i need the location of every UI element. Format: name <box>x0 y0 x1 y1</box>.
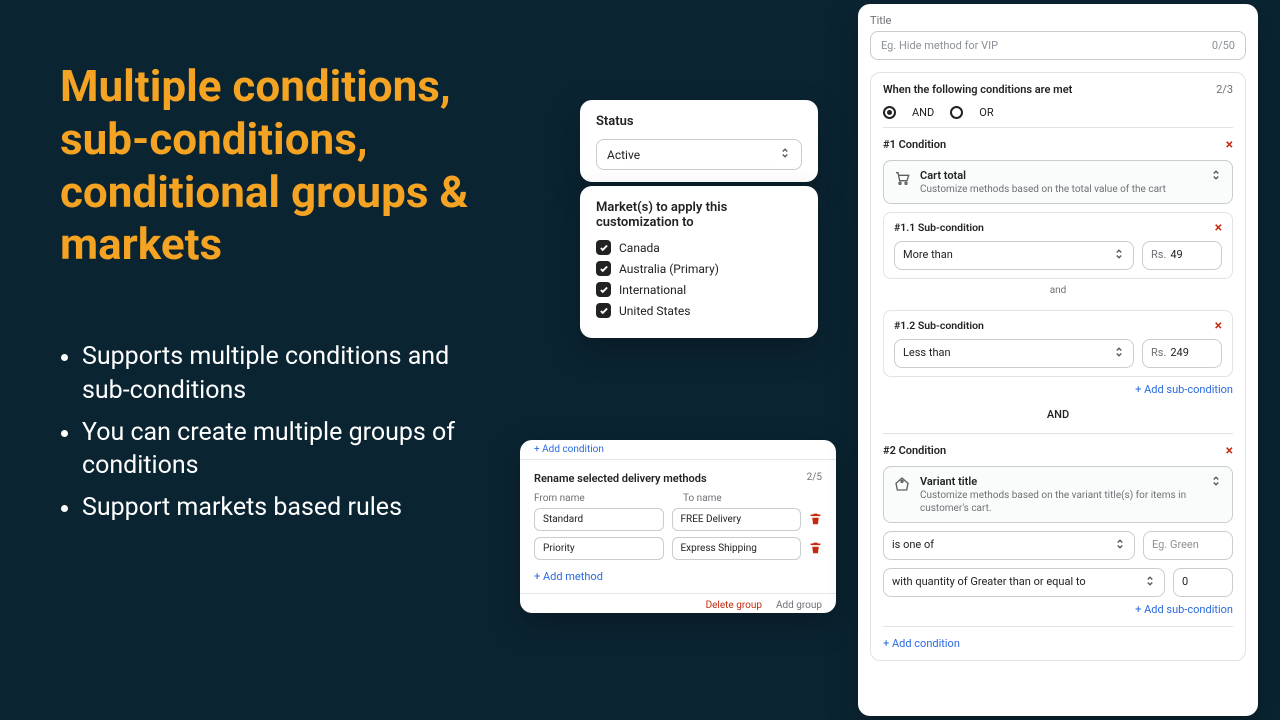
value-text: 49 <box>1170 248 1182 263</box>
remove-sub-icon[interactable]: × <box>1215 221 1222 235</box>
value-input[interactable]: Eg. Green <box>1143 531 1233 560</box>
checkbox-checked-icon[interactable] <box>596 303 611 318</box>
add-condition-strip[interactable]: + Add condition <box>520 440 836 460</box>
markets-card: Market(s) to apply this customization to… <box>580 186 818 338</box>
chevron-sort-icon <box>1144 575 1156 590</box>
condition-type-title: Cart total <box>920 169 1202 182</box>
status-heading: Status <box>596 114 802 129</box>
to-name-label: To name <box>683 493 822 504</box>
status-select[interactable]: Active <box>596 139 802 170</box>
market-label: Canada <box>619 241 660 255</box>
rename-row: Standard FREE Delivery <box>534 508 822 531</box>
hero-bullet: Support markets based rules <box>82 491 472 525</box>
trash-icon[interactable] <box>809 512 822 528</box>
sub-1-2-title: #1.2 Sub-condition <box>894 319 984 333</box>
condition-1-title: #1 Condition <box>883 138 946 152</box>
currency-prefix: Rs. <box>1151 346 1166 361</box>
checkbox-checked-icon[interactable] <box>596 240 611 255</box>
add-sub-condition-link[interactable]: + Add sub-condition <box>883 597 1233 622</box>
sub-condition-1-2: #1.2 Sub-condition × Less than Rs. 249 <box>883 310 1233 377</box>
market-row[interactable]: Canada <box>596 240 802 255</box>
condition-type-title: Variant title <box>920 475 1202 488</box>
rename-card: + Add condition Rename selected delivery… <box>520 440 836 613</box>
value-input[interactable]: Rs. 49 <box>1142 241 1222 270</box>
tag-icon <box>894 475 912 495</box>
condition-2-title: #2 Condition <box>883 444 946 458</box>
title-placeholder: Eg. Hide method for VIP <box>881 39 998 52</box>
rename-count: 2/5 <box>807 472 822 485</box>
hero-bullet: You can create multiple groups of condit… <box>82 416 472 484</box>
condition-type-select[interactable]: Variant title Customize methods based on… <box>883 466 1233 523</box>
condition-type-desc: Customize methods based on the variant t… <box>920 490 1186 514</box>
from-name-label: From name <box>534 493 673 504</box>
condition-1: #1 Condition × Cart total Customize meth… <box>883 127 1233 402</box>
add-group-link[interactable]: Add group <box>776 600 822 611</box>
operator-select[interactable]: Less than <box>894 339 1134 368</box>
operator-select[interactable]: More than <box>894 241 1134 270</box>
and-separator: and <box>883 279 1233 302</box>
remove-condition-icon[interactable]: × <box>1226 138 1233 152</box>
value-text: 249 <box>1170 346 1189 361</box>
chevron-sort-icon <box>1210 475 1222 490</box>
add-method-link[interactable]: + Add method <box>534 566 822 583</box>
conditions-card: Title Eg. Hide method for VIP 0/50 When … <box>858 4 1258 716</box>
status-card: Status Active <box>580 100 818 182</box>
from-name-input[interactable]: Priority <box>534 537 664 560</box>
rename-row: Priority Express Shipping <box>534 537 822 560</box>
title-count: 0/50 <box>1212 39 1235 52</box>
title-label: Title <box>870 14 1246 27</box>
to-name-input[interactable]: Express Shipping <box>672 537 802 560</box>
to-name-input[interactable]: FREE Delivery <box>672 508 802 531</box>
hero-title: Multiple conditions, sub-conditions, con… <box>60 60 520 271</box>
or-label: OR <box>979 106 993 119</box>
add-condition-link[interactable]: + Add condition <box>883 626 1233 650</box>
chevron-sort-icon <box>779 147 791 162</box>
remove-sub-icon[interactable]: × <box>1215 319 1222 333</box>
quantity-op-select[interactable]: with quantity of Greater than or equal t… <box>883 568 1165 597</box>
operator-select[interactable]: is one of <box>883 531 1135 560</box>
condition-2: #2 Condition × Variant title Customize m… <box>883 433 1233 622</box>
checkbox-checked-icon[interactable] <box>596 261 611 276</box>
chevron-sort-icon <box>1113 248 1125 263</box>
hero-bullet: Supports multiple conditions and sub-con… <box>82 340 472 408</box>
sub-condition-1-1: #1.1 Sub-condition × More than Rs. 49 <box>883 212 1233 279</box>
hero-bullets: Supports multiple conditions and sub-con… <box>82 340 472 533</box>
sub-1-1-title: #1.1 Sub-condition <box>894 221 984 235</box>
condition-type-select[interactable]: Cart total Customize methods based on th… <box>883 160 1233 204</box>
remove-condition-icon[interactable]: × <box>1226 444 1233 458</box>
from-name-input[interactable]: Standard <box>534 508 664 531</box>
market-row[interactable]: International <box>596 282 802 297</box>
trash-icon[interactable] <box>809 541 822 557</box>
status-value: Active <box>607 148 640 162</box>
and-separator: AND <box>883 402 1233 427</box>
market-label: United States <box>619 304 690 318</box>
cart-icon <box>894 169 912 189</box>
quantity-input[interactable]: 0 <box>1173 568 1233 597</box>
rename-heading: Rename selected delivery methods <box>534 472 707 485</box>
condition-type-desc: Customize methods based on the total val… <box>920 184 1166 195</box>
and-radio[interactable] <box>883 106 896 119</box>
when-heading: When the following conditions are met <box>883 83 1072 96</box>
market-row[interactable]: Australia (Primary) <box>596 261 802 276</box>
currency-prefix: Rs. <box>1151 248 1166 263</box>
condition-count: 2/3 <box>1216 83 1233 96</box>
checkbox-checked-icon[interactable] <box>596 282 611 297</box>
market-label: Australia (Primary) <box>619 262 719 276</box>
chevron-sort-icon <box>1113 346 1125 361</box>
market-row[interactable]: United States <box>596 303 802 318</box>
value-input[interactable]: Rs. 249 <box>1142 339 1222 368</box>
add-sub-condition-link[interactable]: + Add sub-condition <box>883 377 1233 402</box>
and-label: AND <box>912 106 934 119</box>
title-input[interactable]: Eg. Hide method for VIP 0/50 <box>870 31 1246 60</box>
chevron-sort-icon <box>1210 169 1222 184</box>
chevron-sort-icon <box>1114 538 1126 553</box>
markets-heading: Market(s) to apply this customization to <box>596 200 802 230</box>
market-label: International <box>619 283 686 297</box>
or-radio[interactable] <box>950 106 963 119</box>
delete-group-link[interactable]: Delete group <box>706 600 762 611</box>
